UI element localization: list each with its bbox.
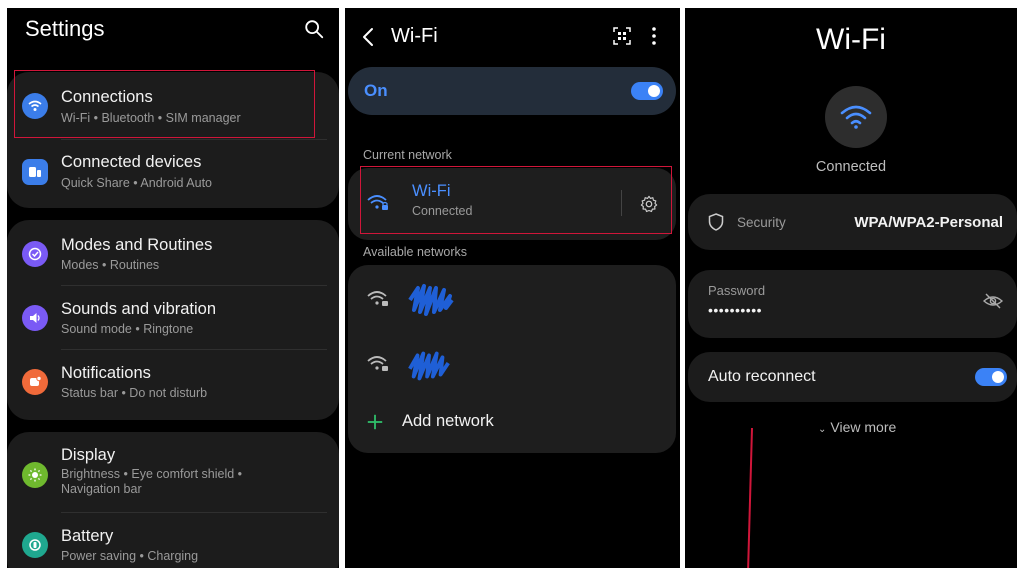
notification-icon [22,369,48,395]
wifi-lock-icon [367,195,388,210]
volume-icon [22,305,48,331]
gear-icon[interactable] [640,195,658,213]
check-circle-icon [22,241,48,267]
sounds-vibration-title: Sounds and vibration [61,300,217,318]
notifications-subtitle: Status bar • Do not disturb [61,386,208,400]
eye-hidden-icon[interactable] [983,293,1003,309]
wifi-master-toggle-row[interactable]: On [348,67,676,115]
security-value: WPA/WPA2-Personal [854,214,1003,231]
divider [621,190,622,216]
display-title: Display [61,446,116,464]
available-networks-label: Available networks [363,245,467,259]
connection-status: Connected [815,159,887,175]
current-network-label: Current network [363,148,452,162]
connections-title: Connections [61,88,153,106]
wifi-lock-icon [367,356,388,371]
qr-scan-icon[interactable] [613,27,631,45]
display-subtitle-line2: Navigation bar [61,482,142,496]
connected-devices-title: Connected devices [61,153,202,171]
plus-icon [367,414,383,430]
settings-item-modes-routines[interactable]: Modes and Routines Modes • Routines [7,222,339,286]
sounds-vibration-subtitle: Sound mode • Ringtone [61,322,194,336]
page-title: Settings [25,16,105,41]
add-network-label: Add network [402,412,494,430]
modes-routines-subtitle: Modes • Routines [61,258,160,272]
devices-icon [22,159,48,185]
security-row: Security WPA/WPA2-Personal [688,194,1017,250]
search-icon[interactable] [303,18,325,40]
notifications-title: Notifications [61,364,151,382]
battery-title: Battery [61,527,114,545]
annotation-line [747,428,753,568]
settings-screen: Settings Connections Wi-Fi • Bluetooth •… [7,8,339,568]
wifi-icon [22,93,48,119]
chevron-down-icon: ⌄ [818,424,827,435]
settings-item-display[interactable]: Display Brightness • Eye comfort shield … [7,434,339,514]
settings-item-sounds-vibration[interactable]: Sounds and vibration Sound mode • Ringto… [7,286,339,350]
add-network-row[interactable]: Add network [348,398,676,448]
shield-icon [708,213,724,231]
display-subtitle-line1: Brightness • Eye comfort shield • [61,467,243,481]
security-label: Security [737,215,786,230]
wifi-detail-screen: Wi-Fi Connected Security WPA/WPA2-Person… [685,8,1017,568]
page-title: Wi-Fi [391,25,438,47]
settings-item-connections[interactable]: Connections Wi-Fi • Bluetooth • SIM mana… [7,74,339,138]
auto-reconnect-toggle[interactable] [975,368,1007,386]
page-title: Wi-Fi [816,23,886,56]
wifi-icon [840,105,872,129]
password-row[interactable]: Password •••••••••• [688,270,1017,338]
battery-icon [22,532,48,558]
current-network-name: Wi-Fi [412,182,451,200]
redaction-scribble [408,351,450,381]
current-network-card[interactable]: Wi-Fi Connected [348,168,676,240]
battery-subtitle: Power saving • Charging [61,549,199,563]
network-row-1[interactable] [348,270,676,330]
sun-icon [22,462,48,488]
back-arrow-icon[interactable] [361,26,375,48]
settings-item-connected-devices[interactable]: Connected devices Quick Share • Android … [7,139,339,203]
view-more-label: View more [830,419,897,435]
wifi-list-screen: Wi-Fi On Current network Wi-Fi Connected… [345,8,680,568]
connections-subtitle: Wi-Fi • Bluetooth • SIM manager [61,111,241,125]
auto-reconnect-label: Auto reconnect [708,368,816,385]
modes-routines-title: Modes and Routines [61,236,213,254]
view-more-link[interactable]: ⌄ View more [818,419,896,435]
wifi-toggle[interactable] [631,82,663,100]
network-row-2[interactable] [348,333,676,393]
settings-item-battery[interactable]: Battery Power saving • Charging [7,513,339,568]
current-network-status: Connected [412,204,473,218]
settings-item-notifications[interactable]: Notifications Status bar • Do not distur… [7,350,339,414]
wifi-status-badge [825,86,887,148]
password-label: Password [708,283,766,298]
wifi-on-label: On [364,81,388,100]
auto-reconnect-row[interactable]: Auto reconnect [688,352,1017,402]
more-options-icon[interactable] [647,26,661,46]
redaction-scribble [408,284,454,316]
password-field[interactable]: •••••••••• [708,302,762,318]
connected-devices-subtitle: Quick Share • Android Auto [61,176,212,190]
wifi-lock-icon [367,291,388,306]
